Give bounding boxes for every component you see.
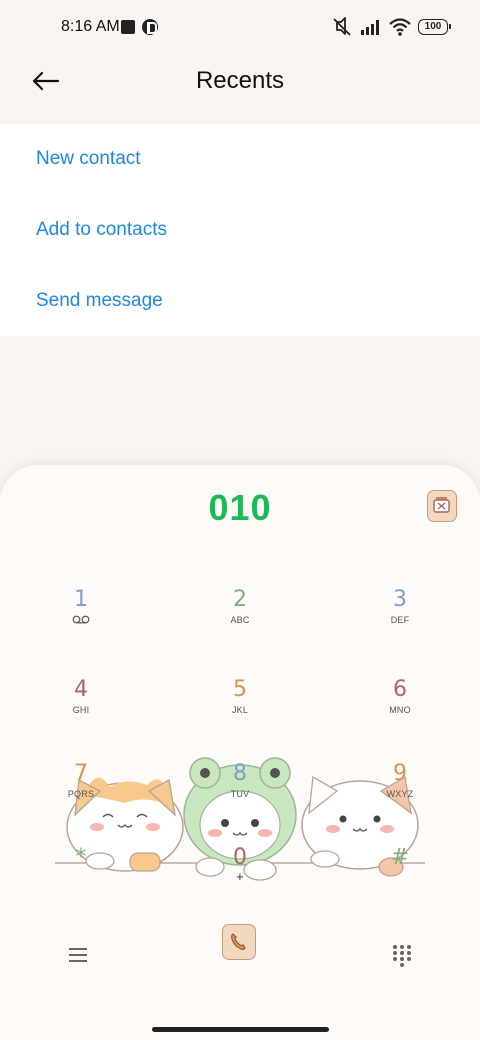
send-message-option[interactable]: Send message bbox=[36, 290, 163, 312]
app-notification-icon bbox=[142, 19, 158, 35]
key-9[interactable]: 9 WXYZ bbox=[355, 761, 445, 825]
battery-icon: 100 bbox=[418, 19, 451, 35]
hamburger-menu-icon bbox=[69, 948, 87, 962]
key-5[interactable]: 5 JKL bbox=[195, 677, 285, 741]
key-digit: 9 bbox=[393, 761, 407, 786]
key-letters: + bbox=[236, 869, 244, 884]
add-to-contacts-option[interactable]: Add to contacts bbox=[36, 219, 167, 241]
key-letters: MNO bbox=[389, 705, 411, 715]
menu-button[interactable] bbox=[66, 943, 90, 967]
key-digit: 3 bbox=[393, 587, 407, 612]
notification-square-icon bbox=[121, 20, 135, 34]
key-letters: DEF bbox=[390, 615, 410, 625]
signal-icon bbox=[361, 20, 379, 35]
key-star[interactable]: * bbox=[36, 845, 126, 909]
key-digit: 4 bbox=[74, 677, 88, 702]
delete-button[interactable] bbox=[427, 490, 457, 522]
dialed-number[interactable]: 010 bbox=[0, 487, 480, 529]
key-digit: 8 bbox=[233, 761, 247, 786]
key-2[interactable]: 2 ABC bbox=[195, 587, 285, 651]
key-7[interactable]: 7 PQRS bbox=[36, 761, 126, 825]
phone-icon bbox=[231, 933, 246, 950]
key-digit: * bbox=[75, 845, 87, 870]
key-digit: 2 bbox=[233, 587, 247, 612]
key-hash[interactable]: # bbox=[355, 845, 445, 909]
key-digit: # bbox=[390, 845, 410, 870]
key-letters: GHI bbox=[72, 705, 90, 715]
dialpad-icon bbox=[393, 945, 411, 967]
status-time: 8:16 AM bbox=[61, 18, 120, 35]
mute-icon bbox=[333, 17, 351, 36]
key-digit: 1 bbox=[74, 587, 88, 612]
key-6[interactable]: 6 MNO bbox=[355, 677, 445, 741]
voicemail-icon bbox=[72, 615, 90, 624]
header: Recents bbox=[0, 56, 480, 122]
dialer-sheet: 010 1 2 ABC 3 DEF 4 GHI 5 JKL 6 MNO 7 PQ… bbox=[0, 465, 480, 1040]
backspace-icon bbox=[433, 497, 450, 513]
key-letters: JKL bbox=[231, 705, 249, 715]
key-digit: 5 bbox=[233, 677, 247, 702]
key-digit: 0 bbox=[233, 845, 247, 870]
status-bar: 8:16 AM 100 bbox=[0, 0, 480, 56]
key-0[interactable]: 0 + bbox=[195, 845, 285, 909]
key-letters: WXYZ bbox=[386, 789, 414, 799]
wifi-icon bbox=[389, 18, 411, 36]
new-contact-option[interactable]: New contact bbox=[36, 148, 141, 170]
key-letters: TUV bbox=[230, 789, 250, 799]
key-3[interactable]: 3 DEF bbox=[355, 587, 445, 651]
call-button[interactable] bbox=[222, 924, 256, 960]
key-4[interactable]: 4 GHI bbox=[36, 677, 126, 741]
key-digit: 7 bbox=[74, 761, 88, 786]
key-letters: ABC bbox=[230, 615, 250, 625]
gesture-nav-bar[interactable] bbox=[152, 1027, 329, 1032]
recent-actions-menu: New contact Add to contacts Send message bbox=[0, 124, 480, 336]
key-1[interactable]: 1 bbox=[36, 587, 126, 651]
page-title: Recents bbox=[195, 67, 285, 94]
key-8[interactable]: 8 TUV bbox=[195, 761, 285, 825]
key-digit: 6 bbox=[393, 677, 407, 702]
key-letters: PQRS bbox=[67, 789, 95, 799]
dialpad-toggle-button[interactable] bbox=[390, 943, 414, 967]
